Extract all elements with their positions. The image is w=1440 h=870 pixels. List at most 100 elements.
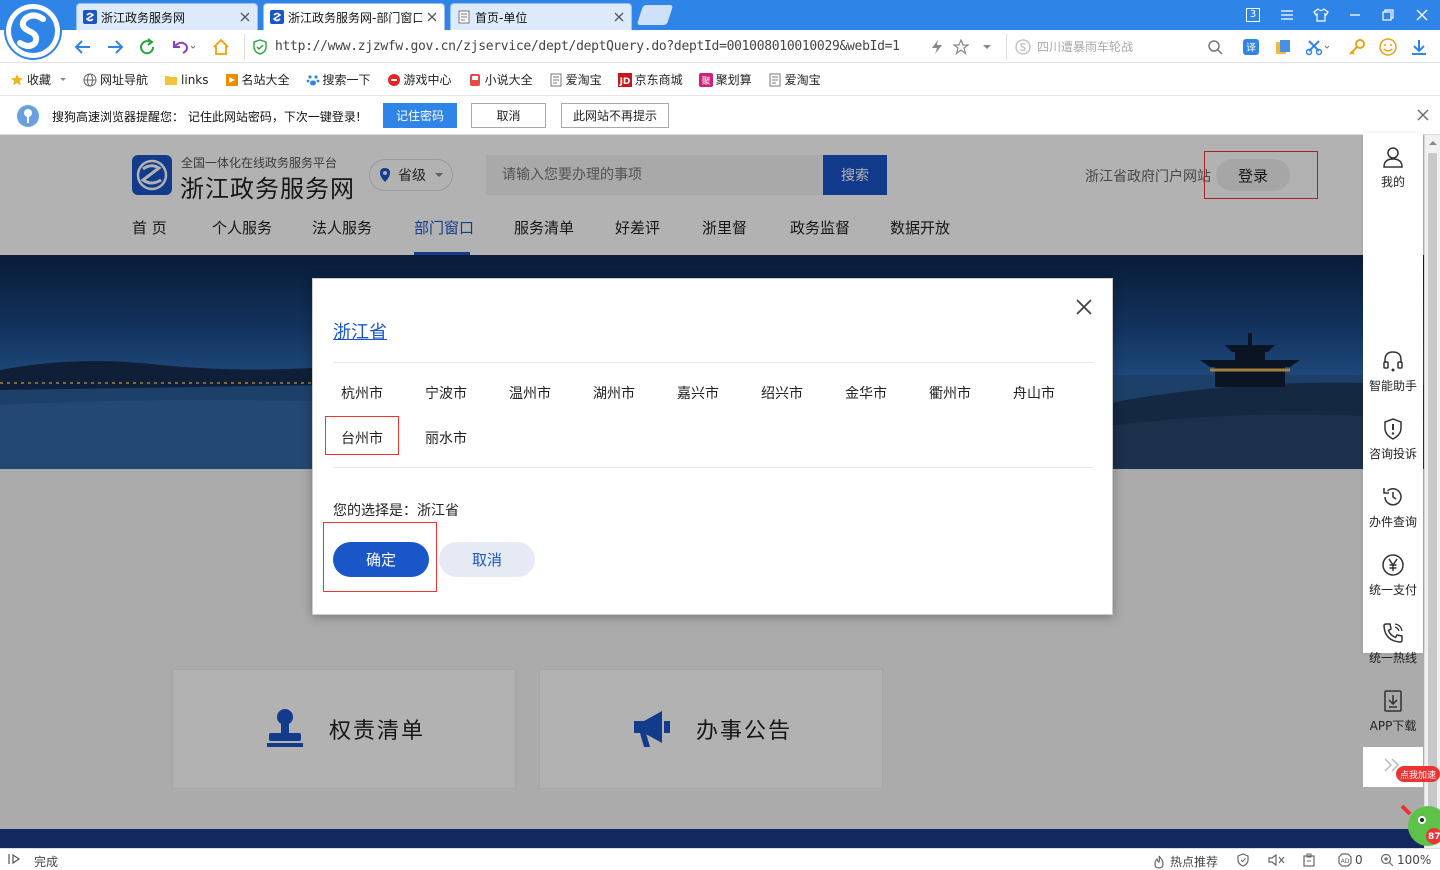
bookmark-star-icon[interactable] <box>950 36 972 58</box>
adblock-icon: AD <box>1338 853 1352 867</box>
city-shaoxing[interactable]: 绍兴市 <box>761 383 803 403</box>
zoom-control[interactable]: 100% <box>1380 853 1431 867</box>
undo-close-button[interactable] <box>168 36 198 58</box>
cancel-remember-button[interactable]: 取消 <box>471 103 546 128</box>
city-quzhou[interactable]: 衢州市 <box>929 383 971 403</box>
home-button[interactable] <box>210 36 232 58</box>
adblock-counter[interactable]: AD 0 <box>1338 853 1363 867</box>
hot-recommend[interactable]: 热点推荐 <box>1152 853 1218 870</box>
site-favicon-icon <box>270 10 284 24</box>
password-reminder-bar: 搜狗高速浏览器提醒您： 记住此网站密码，下次一键登录! <box>0 96 1440 135</box>
site-favicon-icon <box>83 10 97 24</box>
clipboard-icon[interactable] <box>1302 853 1316 867</box>
speedup-badge[interactable]: 点我加速 <box>1396 766 1440 782</box>
close-tab-icon[interactable] <box>613 11 625 23</box>
tab-dept-window[interactable]: 浙江政务服务网-部门窗口 <box>263 3 445 30</box>
never-remind-button[interactable]: 此网站不再提示 <box>561 103 669 128</box>
speedup-mascot[interactable]: 点我加速 87 <box>1396 764 1440 848</box>
forward-button[interactable] <box>104 36 126 58</box>
extension-icon[interactable] <box>1272 36 1294 58</box>
chevron-down-icon <box>60 77 67 81</box>
browser-search-field[interactable]: 四川遭暴雨车轮战 <box>1006 34 1226 59</box>
divider <box>333 467 1093 468</box>
alert-shield-icon <box>1384 418 1402 440</box>
download-arrow-icon[interactable] <box>1408 36 1430 58</box>
mascot-value: 87 <box>1428 832 1440 842</box>
sidebar-toggle[interactable] <box>8 853 24 865</box>
bookmark-item[interactable]: 搜索一下 <box>306 71 371 88</box>
remember-password-button[interactable]: 记住密码 <box>383 103 457 128</box>
svg-text:AD: AD <box>1341 858 1350 865</box>
back-arrow-icon <box>74 40 90 54</box>
city-ningbo[interactable]: 宁波市 <box>425 383 467 403</box>
browser-logo[interactable] <box>4 2 62 60</box>
translate-icon[interactable]: 译 <box>1240 36 1262 58</box>
mute-icon[interactable] <box>1268 853 1286 867</box>
close-tab-icon[interactable] <box>426 11 438 23</box>
scroll-up-icon[interactable] <box>1428 139 1438 147</box>
speed-bolt-icon[interactable] <box>926 36 948 58</box>
bookmark-item[interactable]: 聚 聚划算 <box>698 71 752 88</box>
key-icon[interactable] <box>1346 36 1368 58</box>
sidebar-item-mine[interactable]: 我的 <box>1363 135 1423 203</box>
tab-label: 首页-单位 <box>475 10 528 25</box>
minimize-icon[interactable] <box>1344 5 1366 25</box>
screenshot-scissors-icon[interactable] <box>1304 36 1334 58</box>
menu-icon[interactable] <box>1276 5 1298 25</box>
globe-icon <box>83 73 97 86</box>
page-scrollbar[interactable] <box>1424 135 1440 848</box>
smiley-icon[interactable] <box>1377 36 1399 58</box>
bookmark-item[interactable]: links <box>164 73 209 87</box>
sidebar-item-query[interactable]: 办件查询 <box>1363 475 1423 543</box>
bookmark-icon <box>225 73 238 86</box>
back-button[interactable] <box>72 36 94 58</box>
tab-zjzwfw[interactable]: 浙江政务服务网 <box>76 3 258 30</box>
restore-icon[interactable] <box>1377 5 1399 25</box>
game-icon <box>387 73 400 86</box>
panel-toggle-icon <box>8 853 21 865</box>
sidebar-item-hotline[interactable]: 统一热线 <box>1363 611 1423 679</box>
book-icon <box>469 73 480 86</box>
sidebar-item-complaint[interactable]: 咨询投诉 <box>1363 407 1423 475</box>
close-icon[interactable] <box>1417 109 1429 121</box>
star-icon <box>11 73 23 85</box>
close-tab-icon[interactable] <box>239 11 251 23</box>
province-link[interactable]: 浙江省 <box>333 318 387 344</box>
tab-homepage-unit[interactable]: 首页-单位 <box>450 3 632 30</box>
sidebar-item-assistant[interactable]: 智能助手 <box>1363 339 1423 407</box>
city-jinhua[interactable]: 金华市 <box>845 383 887 403</box>
bookmark-item[interactable]: 小说大全 <box>468 71 533 88</box>
chevron-down-icon[interactable] <box>976 36 998 58</box>
sidebar-item-payment[interactable]: 统一支付 <box>1363 543 1423 611</box>
new-tab-button[interactable] <box>636 5 674 25</box>
magnifier-icon[interactable] <box>1204 36 1226 58</box>
city-lishui[interactable]: 丽水市 <box>425 428 467 448</box>
window-count-badge[interactable]: 3 <box>1242 5 1264 25</box>
city-jiaxing[interactable]: 嘉兴市 <box>677 383 719 403</box>
flame-icon <box>1154 855 1164 869</box>
sidebar-item-app-download[interactable]: APP下载 <box>1363 679 1423 747</box>
svg-text:JD: JD <box>618 77 630 87</box>
shield-icon[interactable] <box>1236 853 1250 867</box>
city-hangzhou[interactable]: 杭州市 <box>341 383 383 403</box>
city-wenzhou[interactable]: 温州市 <box>509 383 551 403</box>
bookmark-item[interactable]: 名站大全 <box>225 71 290 88</box>
browser-title-bar: 浙江政务服务网 浙江政务服务网-部门窗口 首页-单位 3 <box>0 0 1440 30</box>
cancel-button[interactable]: 取消 <box>439 542 535 577</box>
skin-shirt-icon[interactable] <box>1310 5 1332 25</box>
bookmark-item[interactable]: 爱淘宝 <box>549 71 602 88</box>
scrollbar-thumb[interactable] <box>1428 153 1437 813</box>
refresh-button[interactable] <box>136 36 158 58</box>
current-selection: 您的选择是：浙江省 <box>333 503 459 519</box>
bookmark-item[interactable]: 收藏 <box>10 71 67 88</box>
close-window-icon[interactable] <box>1411 5 1433 25</box>
bookmark-item[interactable]: 网址导航 <box>83 71 148 88</box>
headset-icon <box>1383 351 1403 372</box>
bookmark-item[interactable]: 爱淘宝 <box>768 71 821 88</box>
city-zhoushan[interactable]: 舟山市 <box>1013 383 1055 403</box>
city-huzhou[interactable]: 湖州市 <box>593 383 635 403</box>
url-field[interactable]: http://www.zjzwfw.gov.cn/zjservice/dept/… <box>244 34 1004 59</box>
bookmark-item[interactable]: JD 京东商城 <box>617 71 683 88</box>
close-icon[interactable] <box>1074 297 1094 317</box>
bookmark-item[interactable]: 游戏中心 <box>387 71 452 88</box>
